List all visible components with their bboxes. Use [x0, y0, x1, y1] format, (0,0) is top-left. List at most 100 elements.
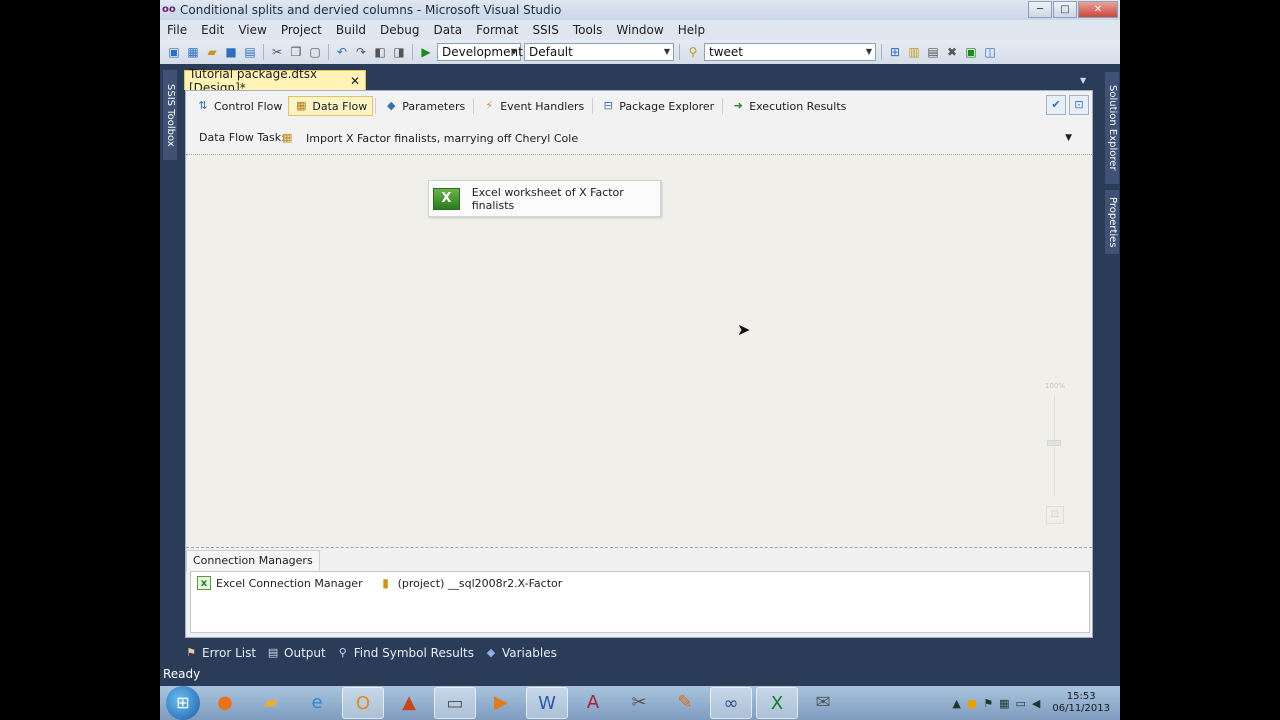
data-flow-canvas[interactable]: X Excel worksheet of X Factor finalists …: [186, 155, 1092, 547]
connection-managers-area[interactable]: x Excel Connection Manager ▮ (project) _…: [190, 571, 1090, 633]
tab-error-list[interactable]: ⚑ Error List: [184, 646, 256, 660]
menu-debug[interactable]: Debug: [373, 20, 426, 40]
menu-tools[interactable]: Tools: [566, 20, 610, 40]
explorer-icon[interactable]: ▰: [250, 687, 292, 719]
menu-help[interactable]: Help: [671, 20, 712, 40]
close-button[interactable]: ✕: [1078, 1, 1118, 18]
tab-execution-results[interactable]: ➜ Execution Results: [725, 96, 852, 116]
start-debugging-icon[interactable]: ▶: [418, 44, 434, 60]
flag-icon[interactable]: ⚑: [983, 697, 993, 710]
access-icon[interactable]: A: [572, 687, 614, 719]
status-text: Ready: [163, 667, 201, 681]
save-all-icon[interactable]: ▤: [242, 44, 258, 60]
window-icon[interactable]: ▭: [434, 687, 476, 719]
tab-dropdown-icon[interactable]: ▼: [1080, 76, 1086, 85]
clock[interactable]: 15:53 06/11/2013: [1052, 691, 1110, 715]
tab-parameters[interactable]: ◆ Parameters: [378, 96, 471, 116]
tab-control-flow[interactable]: ⇅ Control Flow: [190, 96, 288, 116]
firefox-icon[interactable]: ●: [204, 687, 246, 719]
tab-find-symbol-results[interactable]: ⚲ Find Symbol Results: [336, 646, 474, 660]
add-item-icon[interactable]: ▦: [185, 44, 201, 60]
connection-manager-item[interactable]: ▮ (project) __sql2008r2.X-Factor: [379, 575, 563, 591]
solution-explorer-tab[interactable]: Solution Explorer: [1105, 72, 1119, 184]
copy-icon[interactable]: ❐: [288, 44, 304, 60]
connection-managers-tab[interactable]: Connection Managers: [186, 550, 320, 572]
open-file-icon[interactable]: ▰: [204, 44, 220, 60]
minimize-button[interactable]: ─: [1028, 1, 1052, 18]
menu-ssis[interactable]: SSIS: [525, 20, 565, 40]
tab-output[interactable]: ▤ Output: [266, 646, 326, 660]
tab-event-handlers[interactable]: ⚡ Event Handlers: [476, 96, 590, 116]
tab-label: Event Handlers: [500, 99, 585, 113]
window-controls: ─ □ ✕: [1028, 1, 1118, 18]
menu-view[interactable]: View: [231, 20, 273, 40]
menu-window[interactable]: Window: [609, 20, 670, 40]
object-browser-icon[interactable]: ▤: [925, 44, 941, 60]
zoom-to-fit-icon[interactable]: ⊡: [1069, 95, 1089, 115]
extensions-icon[interactable]: ◫: [982, 44, 998, 60]
excel-icon[interactable]: X: [756, 687, 798, 719]
solution-platform-combo[interactable]: Default ▼: [524, 43, 674, 61]
menu-format[interactable]: Format: [469, 20, 525, 40]
paste-icon[interactable]: ▢: [307, 44, 323, 60]
powerpoint-icon[interactable]: ▲: [388, 687, 430, 719]
find-combo[interactable]: tweet ▼: [704, 43, 876, 61]
solution-configuration-combo[interactable]: Development ▼: [437, 43, 523, 61]
media-player-icon[interactable]: ▶: [480, 687, 522, 719]
toolbar-separator: [881, 44, 882, 60]
zoom-slider-thumb[interactable]: [1047, 440, 1061, 446]
email-icon[interactable]: ✉: [802, 687, 844, 719]
connection-manager-item[interactable]: x Excel Connection Manager: [197, 575, 363, 591]
outlook-icon[interactable]: O: [342, 687, 384, 719]
cut-icon[interactable]: ✂: [269, 44, 285, 60]
menu-file[interactable]: File: [160, 20, 194, 40]
redo-icon[interactable]: ↷: [353, 44, 369, 60]
check-icon[interactable]: ✔: [1046, 95, 1066, 115]
start-page-icon[interactable]: ▣: [963, 44, 979, 60]
network-icon[interactable]: ▦: [999, 697, 1009, 710]
new-project-icon[interactable]: ▣: [166, 44, 182, 60]
left-tool-strip: SSIS Toolbox: [160, 64, 180, 664]
ie-icon[interactable]: e: [296, 687, 338, 719]
notification-icon[interactable]: ■: [967, 697, 977, 710]
excel-source-component[interactable]: X Excel worksheet of X Factor finalists: [428, 180, 661, 217]
solution-explorer-icon[interactable]: ⊞: [887, 44, 903, 60]
close-tab-icon[interactable]: ✕: [350, 74, 360, 88]
properties-window-icon[interactable]: ▥: [906, 44, 922, 60]
connection-manager-label: (project) __sql2008r2.X-Factor: [397, 576, 563, 590]
tab-data-flow[interactable]: ▦ Data Flow: [288, 96, 374, 116]
menu-edit[interactable]: Edit: [194, 20, 231, 40]
menu-build[interactable]: Build: [329, 20, 373, 40]
tab-label: Execution Results: [749, 99, 847, 113]
ssis-toolbox-tab[interactable]: SSIS Toolbox: [163, 70, 177, 160]
save-icon[interactable]: ■: [223, 44, 239, 60]
navigate-forward-icon[interactable]: ◨: [391, 44, 407, 60]
mouse-cursor-icon: ➤: [737, 320, 751, 339]
fit-to-window-icon[interactable]: ⊡: [1046, 506, 1064, 524]
show-hidden-icons-icon[interactable]: ▲: [952, 697, 960, 710]
find-in-files-icon[interactable]: ⚲: [685, 44, 701, 60]
tab-variables[interactable]: ◆ Variables: [484, 646, 557, 660]
display-icon[interactable]: ▭: [1015, 697, 1025, 710]
word-icon[interactable]: W: [526, 687, 568, 719]
menu-project[interactable]: Project: [274, 20, 329, 40]
data-flow-task-combo[interactable]: ▦ Import X Factor finalists, marrying of…: [282, 129, 1072, 147]
chevron-down-icon: ▼: [865, 47, 872, 56]
tool-icon[interactable]: ✂: [618, 687, 660, 719]
document-tab[interactable]: Tutorial package.dtsx [Design]* ✕: [184, 67, 366, 95]
properties-tab[interactable]: Properties: [1105, 190, 1119, 254]
menu-data[interactable]: Data: [426, 20, 469, 40]
tab-package-explorer[interactable]: ⊟ Package Explorer: [595, 96, 720, 116]
visual-studio-icon[interactable]: ∞: [710, 687, 752, 719]
zoom-track[interactable]: [1054, 396, 1055, 496]
volume-icon[interactable]: ◀: [1032, 697, 1040, 710]
start-button[interactable]: ⊞: [166, 686, 200, 720]
designer-tabs: ⇅ Control Flow ▦ Data Flow ◆ Parameters …: [186, 91, 1092, 121]
toolbox-icon[interactable]: ✖: [944, 44, 960, 60]
system-tray: ▲ ■ ⚑ ▦ ▭ ◀ 15:53 06/11/2013: [952, 686, 1120, 720]
tab-label: Error List: [202, 646, 257, 660]
maximize-button[interactable]: □: [1053, 1, 1077, 18]
undo-icon[interactable]: ↶: [334, 44, 350, 60]
navigate-backward-icon[interactable]: ◧: [372, 44, 388, 60]
app-icon[interactable]: ✎: [664, 687, 706, 719]
